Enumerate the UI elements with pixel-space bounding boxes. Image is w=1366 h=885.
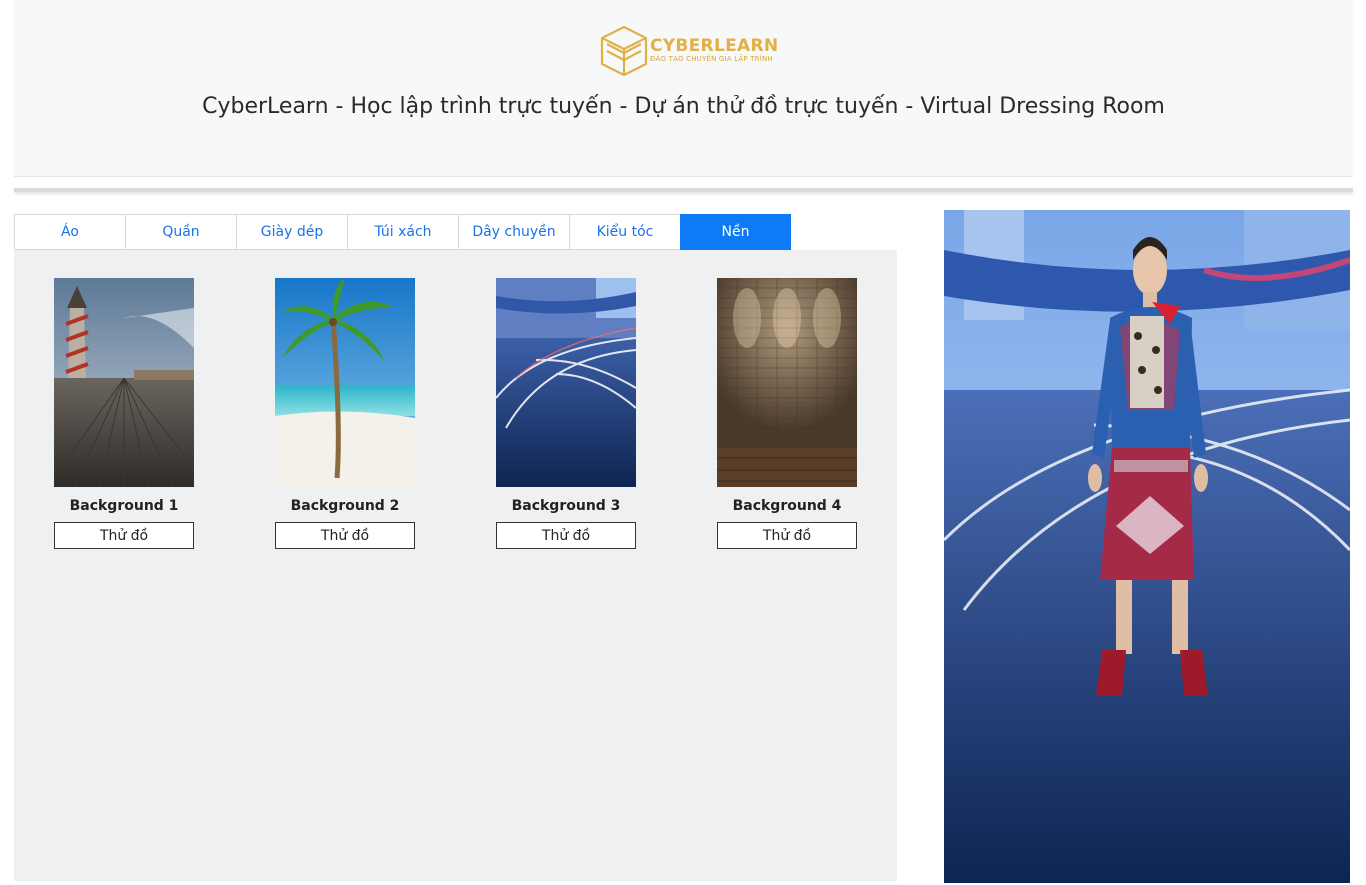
try-on-button[interactable]: Thử đồ — [275, 522, 415, 549]
product-card: Background 3 Thử đồ — [496, 278, 636, 549]
tab-kieu-toc[interactable]: Kiểu tóc — [569, 214, 680, 250]
try-on-button[interactable]: Thử đồ — [54, 522, 194, 549]
product-card: Background 4 Thử đồ — [717, 278, 857, 549]
tab-nen[interactable]: Nền — [680, 214, 791, 250]
product-name: Background 4 — [732, 498, 842, 514]
product-card: Background 2 Thử đồ — [275, 278, 415, 549]
product-panel: Background 1 Thử đồ Background 2 Thử đồ — [14, 250, 897, 881]
pier-background-thumbnail[interactable] — [54, 278, 194, 487]
product-name: Background 2 — [290, 498, 400, 514]
header-divider — [14, 188, 1353, 192]
tab-giay-dep[interactable]: Giày dép — [236, 214, 347, 250]
logo-wordmark: CYBERLEARN — [650, 36, 779, 56]
city-road-background-thumbnail[interactable] — [496, 278, 636, 487]
tab-ao[interactable]: Áo — [14, 214, 125, 250]
try-on-button[interactable]: Thử đồ — [717, 522, 857, 549]
tab-quan[interactable]: Quần — [125, 214, 236, 250]
product-name: Background 3 — [511, 498, 621, 514]
category-tabs: Áo Quần Giày dép Túi xách Dây chuyền Kiể… — [14, 214, 791, 250]
logo-tagline: ĐÀO TẠO CHUYÊN GIA LẬP TRÌNH — [650, 55, 773, 63]
cyberlearn-logo[interactable]: CYBERLEARN ĐÀO TẠO CHUYÊN GIA LẬP TRÌNH — [598, 24, 778, 80]
page-title: CyberLearn - Học lập trình trực tuyến - … — [202, 94, 1165, 119]
product-card: Background 1 Thử đồ — [54, 278, 194, 549]
brick-wall-background-thumbnail[interactable] — [717, 278, 857, 487]
page-header: CYBERLEARN ĐÀO TẠO CHUYÊN GIA LẬP TRÌNH … — [14, 0, 1353, 176]
try-on-button[interactable]: Thử đồ — [496, 522, 636, 549]
tab-tui-xach[interactable]: Túi xách — [347, 214, 458, 250]
logo-box-icon — [600, 25, 648, 77]
tab-day-chuyen[interactable]: Dây chuyền — [458, 214, 569, 250]
product-name: Background 1 — [69, 498, 179, 514]
dressing-room-model-preview — [944, 210, 1350, 883]
beach-background-thumbnail[interactable] — [275, 278, 415, 487]
